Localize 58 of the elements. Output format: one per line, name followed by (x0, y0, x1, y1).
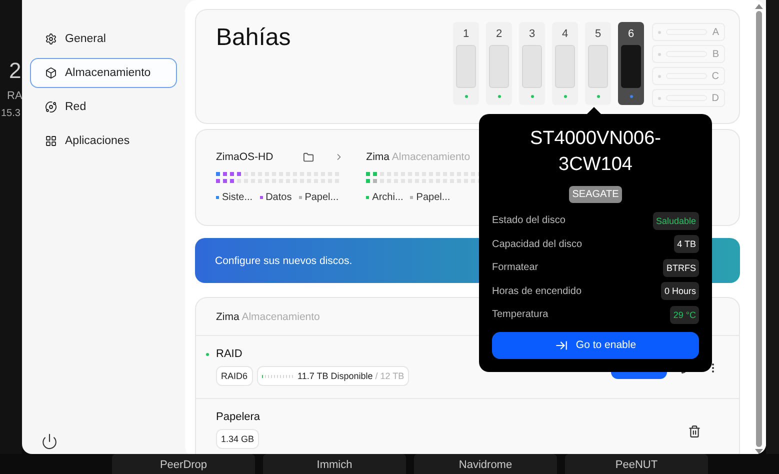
info-label: Estado del disco (492, 215, 566, 226)
drive-bay[interactable]: 1 (453, 22, 479, 105)
legend-item: Datos (260, 192, 292, 203)
sidebar-item[interactable]: Aplicaciones (30, 126, 177, 156)
drive-bay[interactable]: 3 (519, 22, 545, 105)
sidebar-item[interactable]: Red (30, 92, 177, 122)
trash-size: 1.34 GB (216, 429, 260, 449)
gauge-reading: 15.3 (0, 108, 22, 119)
info-value: 4 TB (674, 235, 699, 254)
enable-button[interactable]: Go to enable (492, 332, 699, 358)
gauge-value: 2 (8, 58, 22, 84)
storage-name: ZimaOS-HD (216, 151, 274, 163)
capacity-tag: 11.7 TB Disponible / 12 TB (256, 366, 410, 386)
legend-item: Papel... (410, 192, 450, 203)
sidebar-item[interactable]: General (30, 24, 177, 54)
pool-title: Zima Almacenamiento (216, 310, 320, 322)
legend-item: Archi... (366, 192, 404, 203)
gear-icon (45, 33, 57, 45)
capacity-meter (262, 374, 294, 378)
info-label: Formatear (492, 262, 538, 274)
drive-bay[interactable]: 2 (486, 22, 512, 105)
raid-type: RAID6 (216, 366, 253, 386)
scroll-up-icon[interactable] (755, 4, 763, 9)
drive-bay[interactable]: 5 (585, 22, 611, 105)
folder-icon[interactable] (303, 152, 314, 162)
status-dot (206, 353, 209, 356)
dock-tile[interactable]: PeerDrop (112, 454, 255, 474)
gauge-label: RA (6, 90, 22, 102)
info-value: 0 Hours (661, 282, 699, 300)
scrollbar-thumb[interactable] (756, 11, 762, 447)
banner-text: Configure sus nuevos discos. (215, 254, 352, 266)
dock-tile[interactable]: Immich (263, 454, 406, 474)
planet-icon (45, 101, 57, 113)
bays-title: Bahías (216, 23, 292, 53)
dock-tile[interactable]: PeeNUT (565, 454, 708, 474)
info-label: Capacidad del disco (492, 238, 582, 250)
power-icon[interactable] (41, 433, 58, 450)
grid-icon (45, 135, 57, 147)
storage-name: Zima Almacenamiento (366, 151, 470, 163)
enter-icon (554, 338, 568, 352)
brand-tag: SEAGATE (569, 186, 622, 203)
drive-bay[interactable]: 6 (618, 22, 644, 105)
info-value: 29 °C (670, 306, 699, 324)
dock-tile[interactable]: Navidrome (414, 454, 557, 474)
info-label: Temperatura (492, 309, 548, 320)
info-value: Saludable (652, 212, 699, 230)
drive-bay[interactable]: 4 (552, 22, 578, 105)
trash-icon[interactable] (688, 425, 701, 438)
sidebar-item[interactable]: Almacenamiento (30, 58, 177, 88)
scroll-down-icon[interactable] (755, 449, 763, 454)
legend-item: Papel... (298, 192, 339, 203)
info-label: Horas de encendido (492, 286, 582, 297)
box-icon (45, 67, 57, 79)
disk-model: ST4000VN006-3CW104 (529, 127, 662, 177)
raid-name: RAID (216, 348, 244, 360)
info-value: BTRFS (663, 258, 699, 277)
legend-item: Siste... (216, 192, 253, 203)
trash-name: Papelera (216, 411, 262, 423)
